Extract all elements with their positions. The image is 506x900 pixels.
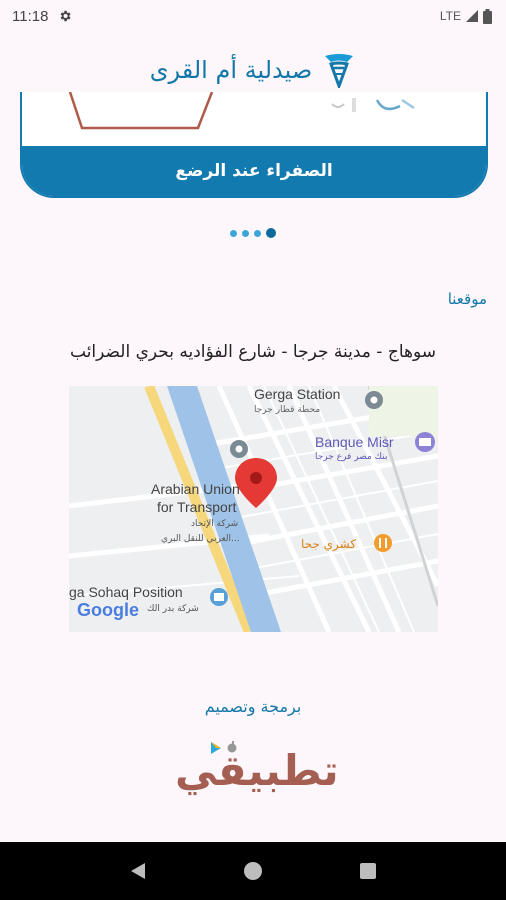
system-nav-bar: [0, 842, 506, 900]
back-icon[interactable]: [127, 860, 149, 882]
home-icon[interactable]: [242, 860, 264, 882]
pharmacy-logo-icon: [325, 54, 354, 88]
brand-logo[interactable]: تطبيقي: [175, 738, 339, 798]
map-label-koshary: كشري جحا: [301, 537, 357, 551]
map-label-arabian-union-ar-2: العربي للنقل البري...: [161, 534, 240, 544]
map-label-gerga-station: Gerga Station: [254, 386, 341, 402]
signal-icon: [466, 10, 478, 22]
pager-dot-active[interactable]: [266, 228, 276, 238]
status-time: 11:18: [12, 7, 49, 25]
location-map[interactable]: Gerga Station محطة قطار جرجا Banque Misr…: [69, 386, 438, 632]
battery-icon: [483, 8, 492, 24]
slide-image: [22, 92, 486, 148]
location-section-title: موقعنا: [447, 290, 487, 308]
map-label-banque-misr-ar: بنك مصر فرع جرجا: [315, 452, 388, 462]
network-type: LTE: [439, 9, 461, 23]
map-label-sohaq-position: ga Sohaq Position: [69, 584, 183, 600]
map-label-arabian-union-ar: شركة الإتحاد: [191, 519, 239, 529]
map-label-banque-misr: Banque Misr: [315, 434, 394, 450]
app-title: صيدلية أم القرى: [149, 56, 313, 84]
map-label-gerga-station-ar: محطة قطار جرجا: [254, 405, 321, 415]
slide-caption: الصفراء عند الرضع: [22, 146, 486, 196]
pager-dot[interactable]: [230, 229, 237, 237]
status-bar: 11:18 LTE: [0, 0, 506, 32]
brand-wordmark: تطبيقي: [175, 746, 339, 795]
pager-dot[interactable]: [242, 229, 249, 237]
slider-pager: [0, 228, 506, 238]
address-text: سوهاج - مدينة جرجا - شارع الفؤاديه بحري …: [70, 342, 436, 362]
poi-pin-icon: [365, 391, 383, 409]
map-label-arabian-union: Arabian Union: [151, 481, 240, 497]
pager-dot[interactable]: [254, 229, 261, 237]
map-label-for-transport: for Transport: [157, 499, 237, 515]
slide-image-art: [68, 92, 415, 130]
credits-title: برمجة وتصميم: [204, 697, 302, 716]
gear-icon: [61, 10, 71, 22]
recents-icon[interactable]: [357, 860, 379, 882]
google-logo: Google: [77, 600, 139, 620]
slider-card[interactable]: الصفراء عند الرضع: [20, 92, 488, 198]
map-label-sohaq-ar: شركة بدر الك: [147, 604, 199, 614]
